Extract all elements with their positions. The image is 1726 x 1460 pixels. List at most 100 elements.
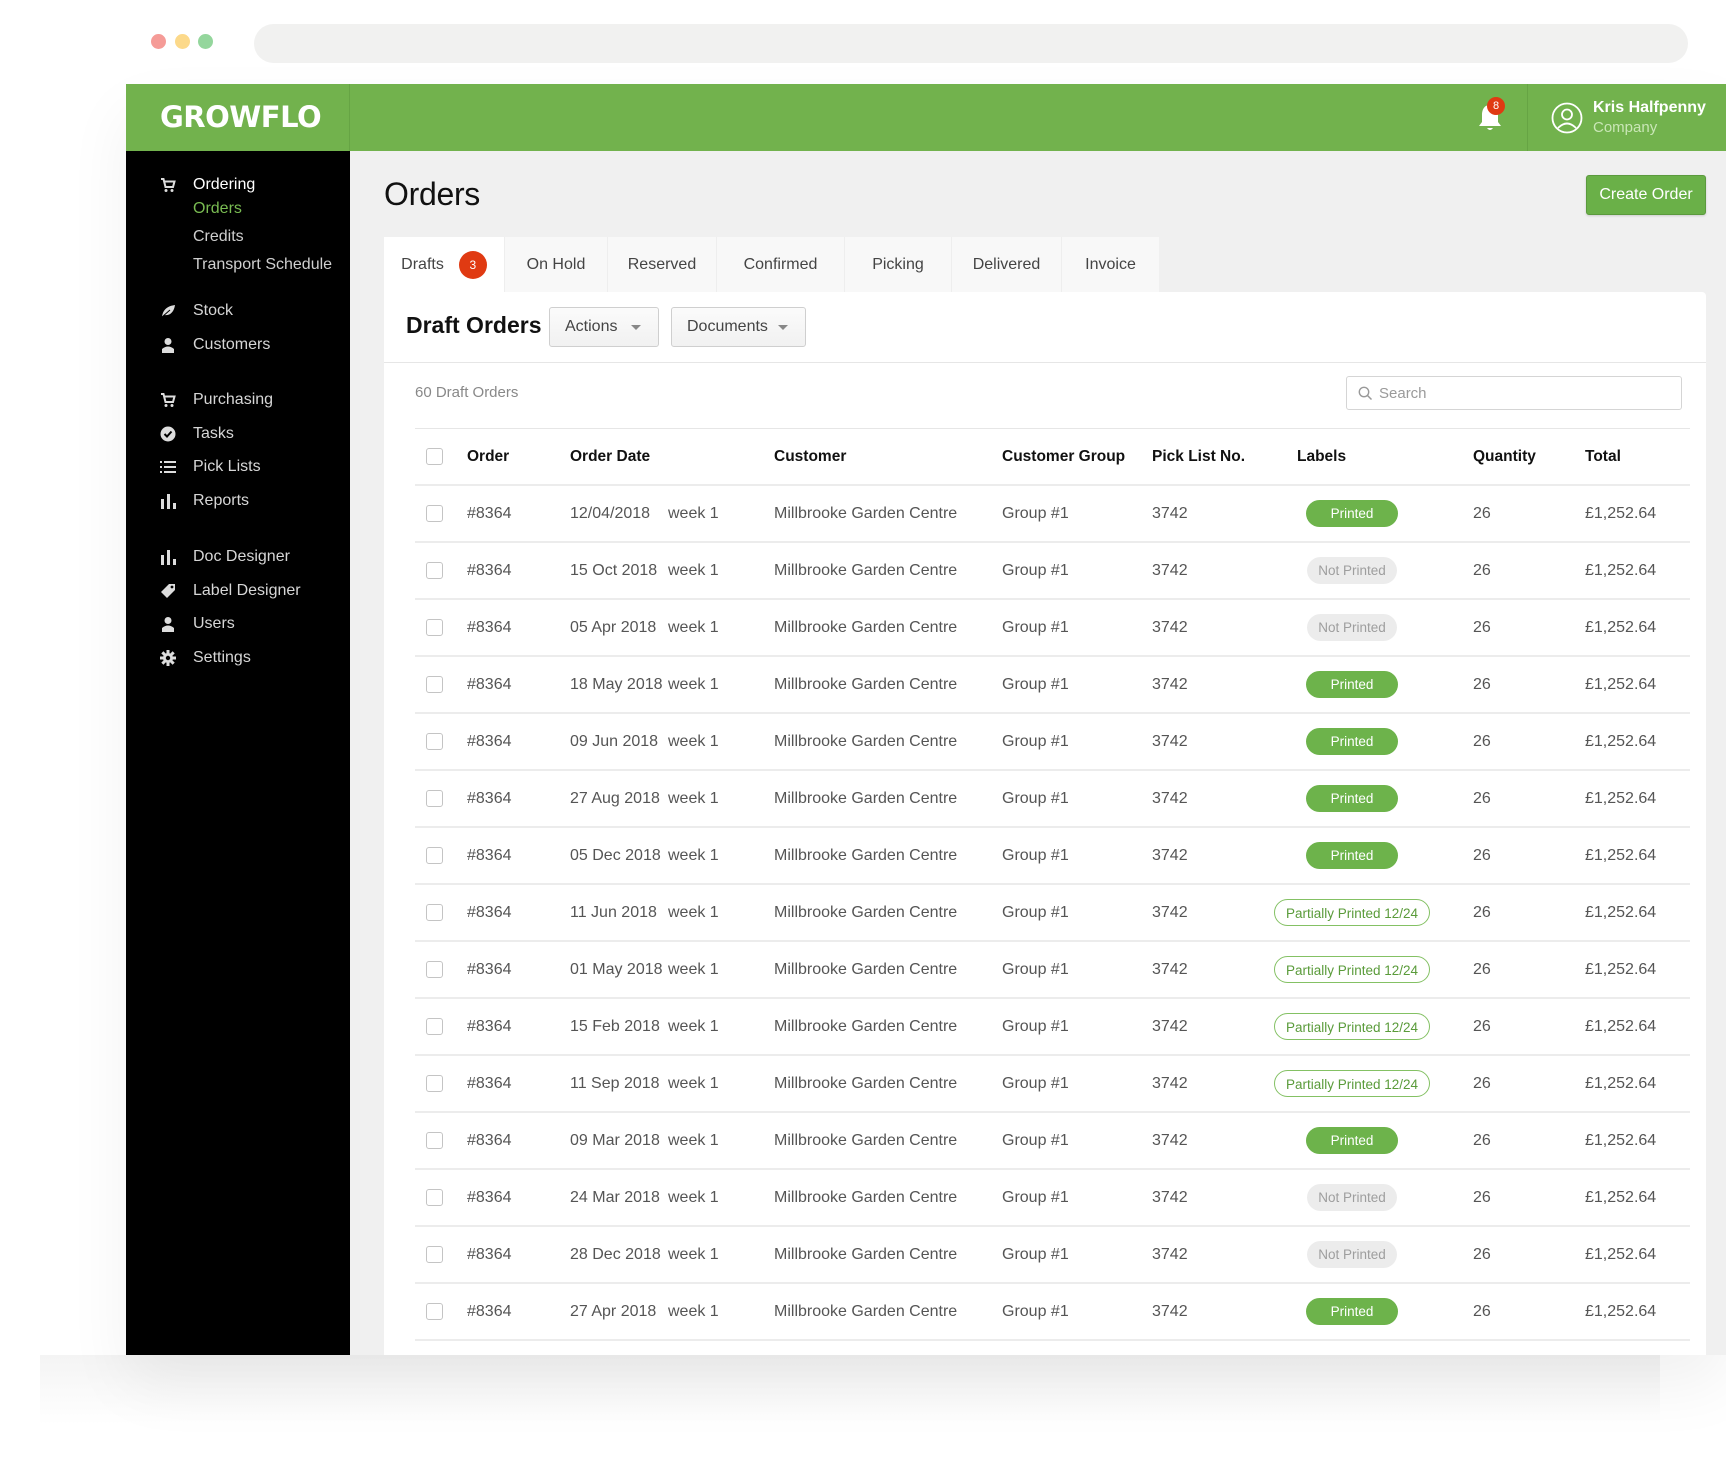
growflo-logo[interactable]: GROWFLO	[160, 100, 321, 134]
table-row[interactable]: #836415 Oct 2018week 1Millbrooke Garden …	[415, 543, 1690, 600]
order-date: 11 Jun 2018	[570, 885, 657, 940]
tab-picking[interactable]: Picking	[845, 237, 952, 292]
customer-group: Group #1	[1002, 657, 1069, 712]
table-row[interactable]	[415, 1341, 1690, 1355]
table-row[interactable]: #836415 Feb 2018week 1Millbrooke Garden …	[415, 999, 1690, 1056]
sidebar-item-settings[interactable]: Settings	[126, 645, 350, 671]
sidebar-item-label-designer[interactable]: Label Designer	[126, 578, 350, 604]
column-header-total[interactable]: Total	[1585, 429, 1621, 484]
order-number[interactable]: #8364	[467, 771, 512, 826]
order-number[interactable]: #8364	[467, 1056, 512, 1111]
tab-invoice[interactable]: Invoice	[1062, 237, 1159, 292]
tab-on-hold[interactable]: On Hold	[505, 237, 608, 292]
row-checkbox[interactable]	[426, 961, 443, 978]
order-number[interactable]: #8364	[467, 1170, 512, 1225]
window-minimize-button[interactable]	[175, 34, 190, 49]
column-header-customer-group[interactable]: Customer Group	[1002, 429, 1125, 484]
order-total: £1,252.64	[1585, 600, 1656, 655]
row-checkbox[interactable]	[426, 847, 443, 864]
row-checkbox[interactable]	[426, 1132, 443, 1149]
sidebar-subitem-credits[interactable]: Credits	[193, 228, 244, 246]
column-header-labels[interactable]: Labels	[1297, 429, 1346, 484]
search-input[interactable]	[1379, 377, 1669, 409]
address-bar[interactable]	[254, 24, 1688, 63]
sidebar-item-reports[interactable]: Reports	[126, 488, 350, 514]
table-row[interactable]: #836411 Jun 2018week 1Millbrooke Garden …	[415, 885, 1690, 942]
table-row[interactable]: #836424 Mar 2018week 1Millbrooke Garden …	[415, 1170, 1690, 1227]
order-number[interactable]: #8364	[467, 1113, 512, 1168]
order-number[interactable]: #8364	[467, 657, 512, 712]
table-row[interactable]: #836411 Sep 2018week 1Millbrooke Garden …	[415, 1056, 1690, 1113]
row-checkbox[interactable]	[426, 1189, 443, 1206]
column-header-customer[interactable]: Customer	[774, 429, 846, 484]
sidebar-item-users[interactable]: Users	[126, 611, 350, 637]
row-checkbox[interactable]	[426, 1303, 443, 1320]
tab-reserved[interactable]: Reserved	[608, 237, 717, 292]
table-row[interactable]: #836405 Apr 2018week 1Millbrooke Garden …	[415, 600, 1690, 657]
sidebar-item-tasks[interactable]: Tasks	[126, 421, 350, 447]
table-row[interactable]: #836401 May 2018week 1Millbrooke Garden …	[415, 942, 1690, 999]
order-number[interactable]: #8364	[467, 600, 512, 655]
order-number[interactable]: #8364	[467, 1284, 512, 1339]
search-field[interactable]	[1346, 376, 1682, 410]
customer-name: Millbrooke Garden Centre	[774, 1056, 957, 1111]
row-checkbox[interactable]	[426, 1075, 443, 1092]
table-header-row: Order Order Date Customer Customer Group…	[415, 429, 1690, 486]
table-row[interactable]: #836405 Dec 2018week 1Millbrooke Garden …	[415, 828, 1690, 885]
column-header-order[interactable]: Order	[467, 429, 509, 484]
select-all-checkbox[interactable]	[426, 448, 443, 465]
row-checkbox[interactable]	[426, 619, 443, 636]
row-checkbox[interactable]	[426, 505, 443, 522]
sidebar-item-purchasing[interactable]: Purchasing	[126, 387, 350, 413]
table-row[interactable]: #836418 May 2018week 1Millbrooke Garden …	[415, 657, 1690, 714]
row-checkbox[interactable]	[426, 733, 443, 750]
create-order-button[interactable]: Create Order	[1586, 175, 1706, 215]
sidebar-item-pick-lists[interactable]: Pick Lists	[126, 454, 350, 480]
table-row[interactable]: #836409 Mar 2018week 1Millbrooke Garden …	[415, 1113, 1690, 1170]
order-number[interactable]: #8364	[467, 714, 512, 769]
table-row[interactable]: #836427 Apr 2018week 1Millbrooke Garden …	[415, 1284, 1690, 1341]
window-maximize-button[interactable]	[198, 34, 213, 49]
column-header-quantity[interactable]: Quantity	[1473, 429, 1536, 484]
table-row[interactable]: #836409 Jun 2018week 1Millbrooke Garden …	[415, 714, 1690, 771]
table-row[interactable]: #836427 Aug 2018week 1Millbrooke Garden …	[415, 771, 1690, 828]
row-checkbox[interactable]	[426, 790, 443, 807]
documents-dropdown[interactable]: Documents	[671, 307, 806, 347]
sidebar-item-doc-designer[interactable]: Doc Designer	[126, 544, 350, 570]
label-status-badge: Not Printed	[1307, 557, 1397, 584]
row-checkbox[interactable]	[426, 1018, 443, 1035]
quantity: 26	[1473, 1113, 1491, 1168]
order-number[interactable]: #8364	[467, 486, 512, 541]
table-row[interactable]: #836412/04/2018week 1Millbrooke Garden C…	[415, 486, 1690, 543]
sidebar-subitem-orders[interactable]: Orders	[193, 200, 242, 218]
user-menu[interactable]: Kris Halfpenny Company	[1527, 84, 1726, 151]
order-number[interactable]: #8364	[467, 942, 512, 997]
table-row[interactable]: #836428 Dec 2018week 1Millbrooke Garden …	[415, 1227, 1690, 1284]
order-number[interactable]: #8364	[467, 1227, 512, 1282]
label-status-badge: Partially Printed 12/24	[1274, 1070, 1430, 1097]
row-checkbox[interactable]	[426, 1246, 443, 1263]
sidebar-item-stock[interactable]: Stock	[126, 298, 350, 324]
column-header-pick-list[interactable]: Pick List No.	[1152, 429, 1245, 484]
order-number[interactable]: #8364	[467, 828, 512, 883]
order-number[interactable]: #8364	[467, 885, 512, 940]
tab-delivered[interactable]: Delivered	[952, 237, 1062, 292]
window-close-button[interactable]	[151, 34, 166, 49]
sidebar-item-ordering[interactable]: Ordering	[126, 172, 350, 198]
row-checkbox[interactable]	[426, 676, 443, 693]
quantity: 26	[1473, 543, 1491, 598]
order-total: £1,252.64	[1585, 828, 1656, 883]
column-header-order-date[interactable]: Order Date	[570, 429, 650, 484]
sidebar-subitem-transport-schedule[interactable]: Transport Schedule	[193, 256, 332, 274]
row-checkbox[interactable]	[426, 904, 443, 921]
order-number[interactable]: #8364	[467, 999, 512, 1054]
tab-drafts[interactable]: Drafts 3	[384, 237, 505, 292]
tab-confirmed[interactable]: Confirmed	[717, 237, 845, 292]
sidebar-item-customers[interactable]: Customers	[126, 332, 350, 358]
label-status-badge: Printed	[1306, 671, 1398, 698]
actions-dropdown[interactable]: Actions	[549, 307, 659, 347]
order-number[interactable]: #8364	[467, 543, 512, 598]
order-total: £1,252.64	[1585, 771, 1656, 826]
row-checkbox[interactable]	[426, 562, 443, 579]
customer-group: Group #1	[1002, 1113, 1069, 1168]
